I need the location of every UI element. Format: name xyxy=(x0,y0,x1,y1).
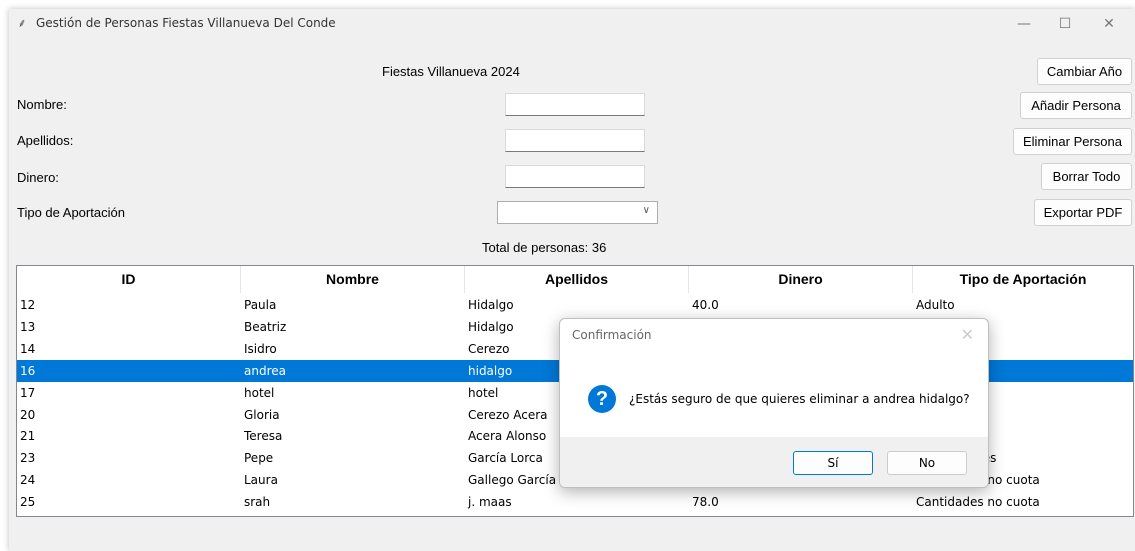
table-row[interactable]: 25 srah j. maas 78.0 Cantidades no cuota xyxy=(17,491,1133,513)
title-bar: ⸙ Gestión de Personas Fiestas Villanueva… xyxy=(9,9,1135,39)
tipo-aportacion-label: Tipo de Aportación xyxy=(17,205,125,220)
cell-nombre: andrea xyxy=(244,363,286,378)
cell-apellidos: Hidalgo xyxy=(468,298,514,312)
close-button[interactable]: ✕ xyxy=(1089,9,1129,39)
cell-id: 24 xyxy=(20,473,36,488)
apellidos-label: Apellidos: xyxy=(17,133,74,148)
cell-nombre: Isidro xyxy=(244,341,277,356)
dialog-title: Confirmación xyxy=(572,328,652,342)
cell-id: 12 xyxy=(20,298,36,312)
anadir-persona-button[interactable]: Añadir Persona xyxy=(1020,92,1132,119)
apellidos-input[interactable] xyxy=(505,129,645,152)
column-header-apellidos[interactable]: Apellidos xyxy=(465,266,689,293)
cell-nombre: srah xyxy=(244,495,271,510)
column-header-tipo-aportacion[interactable]: Tipo de Aportación xyxy=(913,266,1133,293)
column-header-dinero[interactable]: Dinero xyxy=(689,266,913,293)
no-button[interactable]: No xyxy=(887,451,967,475)
cambiar-anio-button[interactable]: Cambiar Año xyxy=(1037,58,1132,85)
column-header-id[interactable]: ID xyxy=(17,266,241,293)
total-personas-label: Total de personas: 36 xyxy=(482,240,607,255)
cell-tipo-aportacion: Adulto xyxy=(916,298,955,312)
cell-id: 25 xyxy=(20,495,36,510)
window-title: Gestión de Personas Fiestas Villanueva D… xyxy=(36,16,336,30)
cell-dinero: 78.0 xyxy=(692,495,719,510)
cell-tipo-aportacion: Cantidades no cuota xyxy=(916,495,1040,510)
minimize-button[interactable]: — xyxy=(1004,9,1044,39)
page-title: Fiestas Villanueva 2024 xyxy=(382,64,520,79)
cell-id: 20 xyxy=(20,407,36,422)
borrar-todo-button[interactable]: Borrar Todo xyxy=(1041,163,1132,190)
dialog-close-icon[interactable]: ✕ xyxy=(961,325,974,345)
cell-nombre: hotel xyxy=(244,385,275,400)
cell-nombre: Paula xyxy=(244,298,277,312)
question-icon: ? xyxy=(588,385,616,413)
tipo-aportacion-select[interactable]: ∨ xyxy=(497,201,658,224)
cell-id: 23 xyxy=(20,451,36,466)
cell-nombre: Gloria xyxy=(244,407,280,422)
yes-button[interactable]: Sí xyxy=(793,451,873,475)
maximize-button[interactable]: ☐ xyxy=(1045,9,1085,39)
exportar-pdf-button[interactable]: Exportar PDF xyxy=(1034,199,1132,226)
nombre-label: Nombre: xyxy=(17,97,67,112)
table-row[interactable]: 12 Paula Hidalgo 40.0 Adulto xyxy=(17,294,1133,316)
cell-nombre: Laura xyxy=(244,473,278,488)
cell-nombre: Teresa xyxy=(244,429,283,444)
eliminar-persona-button[interactable]: Eliminar Persona xyxy=(1013,128,1132,155)
cell-id: 17 xyxy=(20,385,36,400)
cell-dinero: 40.0 xyxy=(692,298,719,312)
nombre-input[interactable] xyxy=(505,93,645,116)
cell-id: 14 xyxy=(20,341,36,356)
dialog-footer: Sí No xyxy=(560,437,988,487)
cell-apellidos: j. maas xyxy=(468,495,512,510)
cell-nombre: Beatriz xyxy=(244,319,287,334)
main-window: ⸙ Gestión de Personas Fiestas Villanueva… xyxy=(9,9,1135,551)
dialog-message: ¿Estás seguro de que quieres eliminar a … xyxy=(629,392,970,406)
column-header-nombre[interactable]: Nombre xyxy=(241,266,465,293)
confirm-dialog: Confirmación ✕ ? ¿Estás seguro de que qu… xyxy=(559,318,989,488)
cell-nombre: Pepe xyxy=(244,451,274,466)
chevron-down-icon: ∨ xyxy=(642,205,650,216)
table-header: ID Nombre Apellidos Dinero Tipo de Aport… xyxy=(17,266,1133,293)
cell-id: 13 xyxy=(20,319,36,334)
feather-icon: ⸙ xyxy=(17,16,27,30)
dinero-input[interactable] xyxy=(505,165,645,188)
cell-id: 21 xyxy=(20,429,36,444)
dinero-label: Dinero: xyxy=(17,170,59,185)
cell-id: 16 xyxy=(20,363,36,378)
